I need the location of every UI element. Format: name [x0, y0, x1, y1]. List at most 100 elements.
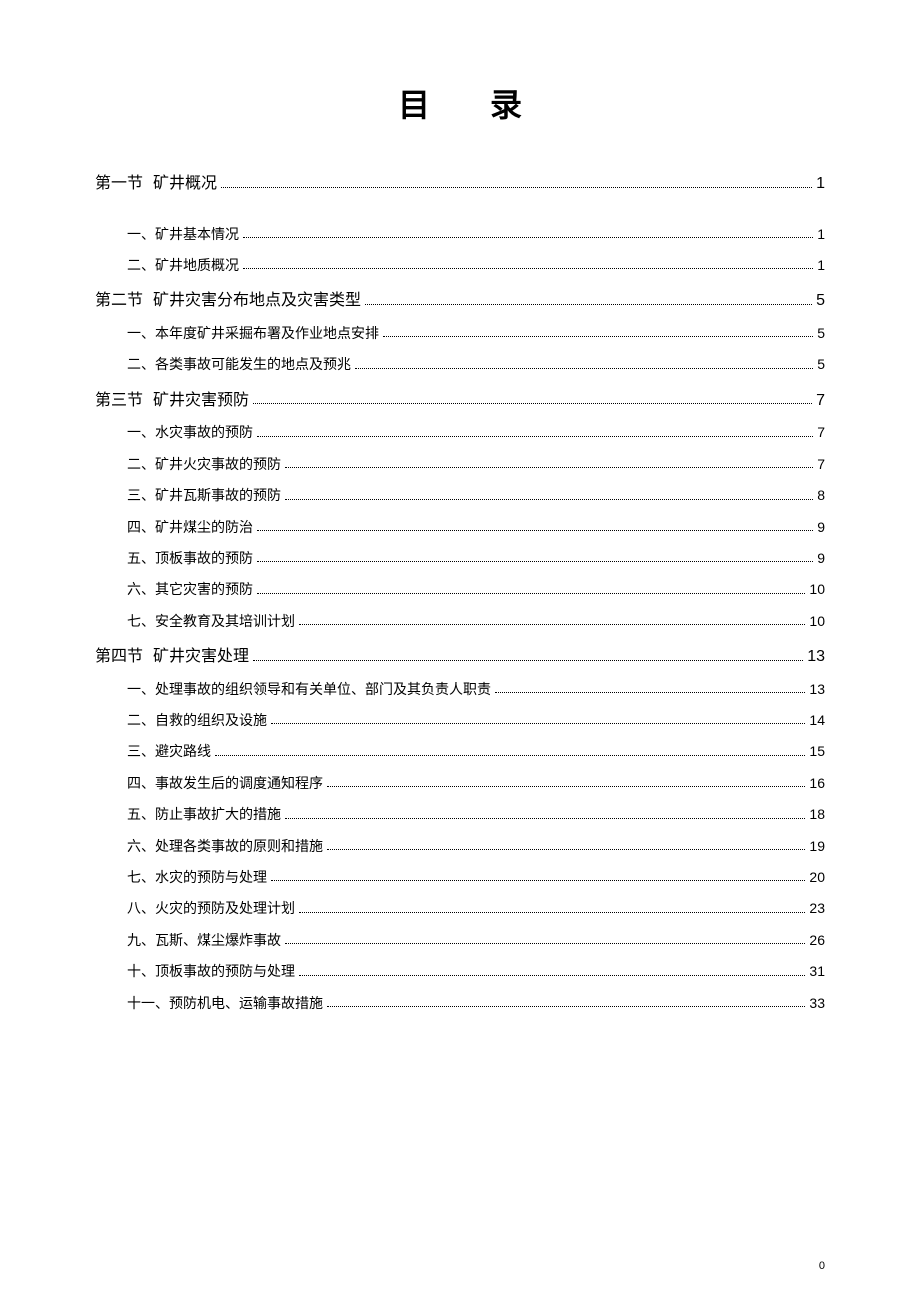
- sub-item-page: 18: [809, 803, 825, 825]
- toc-sub-item: 七、安全教育及其培训计划 10: [95, 610, 825, 634]
- toc-sub-item: 十、顶板事故的预防与处理 31: [95, 960, 825, 984]
- toc-section-heading: 第四节矿井灾害处理 13: [95, 644, 825, 670]
- toc-sub-item: 五、顶板事故的预防 9: [95, 547, 825, 571]
- section-page: 1: [816, 171, 825, 197]
- toc-sub-item: 四、事故发生后的调度通知程序 16: [95, 772, 825, 796]
- sub-item-page: 10: [809, 610, 825, 632]
- toc-sub-item: 二、各类事故可能发生的地点及预兆 5: [95, 353, 825, 377]
- sub-item-text: 三、避灾路线: [127, 742, 211, 764]
- sub-item-page: 13: [809, 678, 825, 700]
- leader-dots: [355, 368, 813, 369]
- sub-item-text: 二、矿井地质概况: [127, 256, 239, 278]
- toc-sub-item: 三、矿井瓦斯事故的预防8: [95, 484, 825, 508]
- sub-item-page: 5: [817, 322, 825, 344]
- leader-dots: [271, 723, 805, 724]
- leader-dots: [365, 304, 812, 305]
- sub-item-page: 31: [809, 960, 825, 982]
- sub-item-text: 一、矿井基本情况: [127, 225, 239, 247]
- toc-sub-item: 一、水灾事故的预防 7: [95, 421, 825, 445]
- leader-dots: [257, 530, 813, 531]
- sub-item-text: 一、水灾事故的预防: [127, 423, 253, 445]
- sub-item-page: 19: [809, 835, 825, 857]
- table-of-contents: 第一节矿井概况1一、矿井基本情况1二、矿井地质概况1第二节矿井灾害分布地点及灾害…: [95, 171, 825, 1016]
- section-page: 5: [816, 288, 825, 314]
- leader-dots: [299, 912, 805, 913]
- section-label: 第三节: [95, 388, 143, 414]
- toc-sub-item: 五、防止事故扩大的措施 18: [95, 803, 825, 827]
- toc-sub-item: 二、矿井地质概况 1: [95, 254, 825, 278]
- sub-item-page: 7: [817, 421, 825, 443]
- leader-dots: [221, 187, 812, 188]
- leader-dots: [257, 593, 805, 594]
- toc-section: 第三节矿井灾害预防 7 一、水灾事故的预防 7 二、矿井火灾事故的预防 7 三、矿井瓦斯事故…: [95, 388, 825, 634]
- section-page: 7: [816, 388, 825, 414]
- leader-dots: [215, 755, 805, 756]
- sub-item-page: 9: [817, 516, 825, 538]
- leader-dots: [285, 943, 805, 944]
- toc-section: 第一节矿井概况1一、矿井基本情况1二、矿井地质概况1: [95, 171, 825, 278]
- sub-item-text: 二、矿井火灾事故的预防: [127, 455, 281, 477]
- sub-item-page: 16: [809, 772, 825, 794]
- section-name: 矿井灾害处理: [153, 644, 249, 670]
- sub-item-text: 五、顶板事故的预防: [127, 549, 253, 571]
- sub-item-page: 8: [817, 484, 825, 506]
- leader-dots: [257, 436, 813, 437]
- sub-item-page: 20: [809, 866, 825, 888]
- toc-sub-item: 一、本年度矿井采掘布署及作业地点安排 5: [95, 322, 825, 346]
- toc-sub-item: 七、水灾的预防与处理 20: [95, 866, 825, 890]
- section-name: 矿井灾害分布地点及灾害类型: [153, 288, 361, 314]
- sub-item-page: 15: [809, 740, 825, 762]
- leader-dots: [257, 561, 813, 562]
- toc-section-heading: 第三节矿井灾害预防 7: [95, 388, 825, 414]
- sub-item-page: 5: [817, 353, 825, 375]
- leader-dots: [243, 237, 813, 238]
- sub-item-text: 一、处理事故的组织领导和有关单位、部门及其负责人职责: [127, 680, 491, 702]
- sub-item-page: 7: [817, 453, 825, 475]
- toc-sub-item: 九、瓦斯、煤尘爆炸事故 26: [95, 929, 825, 953]
- sub-item-text: 七、安全教育及其培训计划: [127, 612, 295, 634]
- sub-item-text: 四、事故发生后的调度通知程序: [127, 774, 323, 796]
- toc-section-heading: 第二节矿井灾害分布地点及灾害类型 5: [95, 288, 825, 314]
- sub-item-page: 33: [809, 992, 825, 1014]
- sub-item-text: 六、处理各类事故的原则和措施: [127, 837, 323, 859]
- leader-dots: [299, 975, 805, 976]
- section-name: 矿井灾害预防: [153, 388, 249, 414]
- sub-item-page: 1: [817, 223, 825, 245]
- leader-dots: [285, 467, 813, 468]
- sub-item-page: 1: [817, 254, 825, 276]
- section-label: 第二节: [95, 288, 143, 314]
- leader-dots: [327, 849, 805, 850]
- section-page: 13: [807, 644, 825, 670]
- leader-dots: [253, 403, 812, 404]
- toc-sub-item: 二、矿井火灾事故的预防 7: [95, 453, 825, 477]
- sub-item-page: 23: [809, 897, 825, 919]
- toc-sub-item: 三、避灾路线 15: [95, 740, 825, 764]
- sub-item-text: 十一、预防机电、运输事故措施: [127, 994, 323, 1016]
- sub-item-page: 9: [817, 547, 825, 569]
- toc-sub-item: 六、处理各类事故的原则和措施 19: [95, 835, 825, 859]
- sub-item-page: 14: [809, 709, 825, 731]
- sub-item-text: 六、其它灾害的预防: [127, 580, 253, 602]
- section-label: 第四节: [95, 644, 143, 670]
- sub-item-text: 七、水灾的预防与处理: [127, 868, 267, 890]
- toc-sub-item: 二、自救的组织及设施14: [95, 709, 825, 733]
- leader-dots: [285, 818, 805, 819]
- sub-item-text: 五、防止事故扩大的措施: [127, 805, 281, 827]
- leader-dots: [327, 1006, 805, 1007]
- section-label: 第一节: [95, 171, 143, 197]
- toc-sub-item: 六、其它灾害的预防 10: [95, 578, 825, 602]
- leader-dots: [271, 880, 805, 881]
- leader-dots: [327, 786, 805, 787]
- doc-title: 目录: [95, 80, 825, 126]
- toc-sub-item: 十一、预防机电、运输事故措施 33: [95, 992, 825, 1016]
- sub-item-text: 二、各类事故可能发生的地点及预兆: [127, 355, 351, 377]
- leader-dots: [253, 660, 803, 661]
- sub-item-text: 一、本年度矿井采掘布署及作业地点安排: [127, 324, 379, 346]
- toc-section: 第二节矿井灾害分布地点及灾害类型5一、本年度矿井采掘布署及作业地点安排5二、各类…: [95, 288, 825, 377]
- sub-item-page: 26: [809, 929, 825, 951]
- sub-item-text: 九、瓦斯、煤尘爆炸事故: [127, 931, 281, 953]
- sub-item-text: 四、矿井煤尘的防治: [127, 518, 253, 540]
- sub-item-text: 十、顶板事故的预防与处理: [127, 962, 295, 984]
- sub-item-page: 10: [809, 578, 825, 600]
- footer-page-number: 0: [819, 1260, 825, 1272]
